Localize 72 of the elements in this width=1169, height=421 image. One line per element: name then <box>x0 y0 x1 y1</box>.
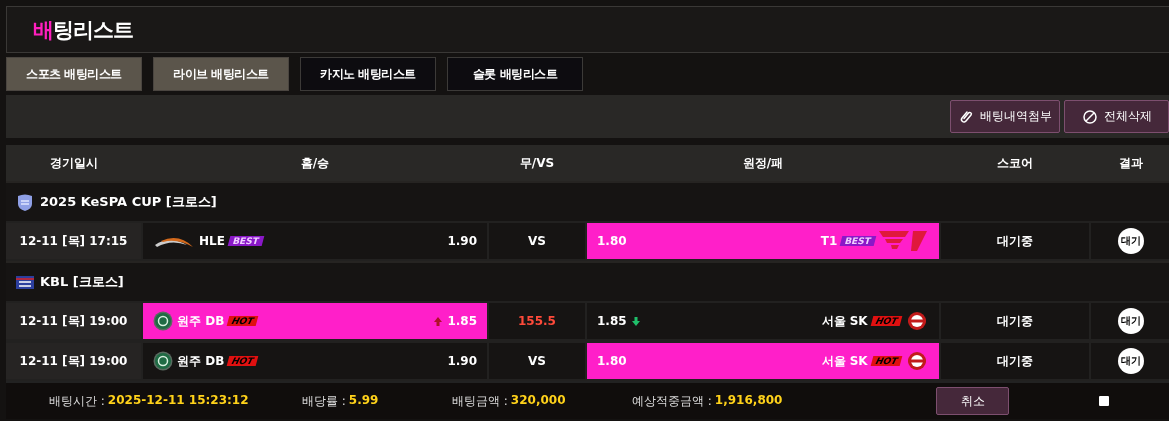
odds-cell[interactable]: 원주 DB HOT 1.85 <box>143 303 487 339</box>
round-logo-icon <box>153 351 173 371</box>
summary-label: 예상적중금액 : <box>632 392 712 410</box>
league-name: 2025 KeSPA CUP [크로스] <box>40 193 217 211</box>
summary-label: 배팅금액 : <box>452 392 508 410</box>
summary-label: 배당률 : <box>302 392 346 410</box>
odds-value: 1.80 <box>597 234 627 248</box>
up-arrow-icon <box>433 315 444 327</box>
badge: HOT <box>226 356 259 366</box>
down-arrow-icon <box>630 315 641 327</box>
tab[interactable]: 카지노 배팅리스트 <box>300 57 436 91</box>
team-name: HLE <box>199 234 225 248</box>
page-title: 배팅리스트 <box>33 16 133 44</box>
summary-value: 5.99 <box>348 392 379 409</box>
tab[interactable]: 라이브 배팅리스트 <box>153 57 289 91</box>
status-badge: 대기 <box>1118 308 1144 334</box>
score-cell: 대기중 <box>941 303 1089 339</box>
badge: HOT <box>870 356 903 366</box>
odds-cell[interactable]: 1.80 서울 SK HOT <box>587 343 939 379</box>
status-badge: 대기 <box>1118 228 1144 254</box>
column-header: 무/VS <box>518 154 556 172</box>
score-cell: 대기중 <box>941 343 1089 379</box>
stripes-logo-icon <box>879 229 929 253</box>
prohibited-icon <box>1081 108 1098 125</box>
draw-cell[interactable]: VS <box>489 343 585 379</box>
toolbar-button[interactable]: 배팅내역첨부 <box>950 100 1060 133</box>
paperclip-icon <box>958 108 974 125</box>
status-badge: 대기 <box>1118 348 1144 374</box>
summary-value: 2025-12-11 15:23:12 <box>107 392 249 409</box>
flag-icon <box>16 273 34 291</box>
date-cell: 12-11 [목] 19:00 <box>6 303 141 339</box>
date-cell: 12-11 [목] 19:00 <box>6 343 141 379</box>
team-name: 서울 SK <box>821 312 868 330</box>
odds-cell[interactable]: HLE BEST 1.90 <box>143 223 487 259</box>
tab[interactable]: 슬롯 배팅리스트 <box>447 57 583 91</box>
odds-cell[interactable]: 1.85 서울 SK HOT <box>587 303 939 339</box>
round-logo-icon <box>153 311 173 331</box>
column-header: 원정/패 <box>741 154 785 172</box>
summary-value: 320,000 <box>510 392 566 409</box>
draw-cell[interactable]: VS <box>489 223 585 259</box>
odds-value: 1.90 <box>447 234 477 248</box>
badge: HOT <box>226 316 259 326</box>
column-header: 결과 <box>1118 154 1144 172</box>
tab[interactable]: 스포츠 배팅리스트 <box>6 57 142 91</box>
team-name: 원주 DB <box>177 352 225 370</box>
date-cell: 12-11 [목] 17:15 <box>6 223 141 259</box>
team-name: 원주 DB <box>177 312 225 330</box>
odds-value: 1.85 <box>447 314 477 328</box>
team-name: T1 <box>820 234 838 248</box>
column-header: 경기일시 <box>48 154 99 172</box>
badge: HOT <box>870 316 903 326</box>
odds-cell[interactable]: 원주 DB HOT 1.90 <box>143 343 487 379</box>
league-name: KBL [크로스] <box>40 273 124 291</box>
checkbox[interactable] <box>1099 396 1109 406</box>
badge: BEST <box>227 236 264 246</box>
odds-value: 1.80 <box>597 354 627 368</box>
column-header: 홈/승 <box>299 154 331 172</box>
round-logo-icon <box>905 311 929 331</box>
odds-cell[interactable]: 1.80 T1 BEST <box>587 223 939 259</box>
draw-cell[interactable]: 155.5 <box>489 303 585 339</box>
odds-value: 1.85 <box>597 314 627 328</box>
cancel-button[interactable]: 취소 <box>936 387 1009 415</box>
odds-value: 1.90 <box>447 354 477 368</box>
column-header: 스코어 <box>996 154 1034 172</box>
badge: BEST <box>840 236 877 246</box>
summary-label: 배팅시간 : <box>49 392 105 410</box>
toolbar-button[interactable]: 전체삭제 <box>1064 100 1169 133</box>
round-logo-icon <box>905 351 929 371</box>
score-cell: 대기중 <box>941 223 1089 259</box>
summary-value: 1,916,800 <box>714 392 783 409</box>
team-name: 서울 SK <box>821 352 868 370</box>
shield-icon <box>16 193 34 211</box>
